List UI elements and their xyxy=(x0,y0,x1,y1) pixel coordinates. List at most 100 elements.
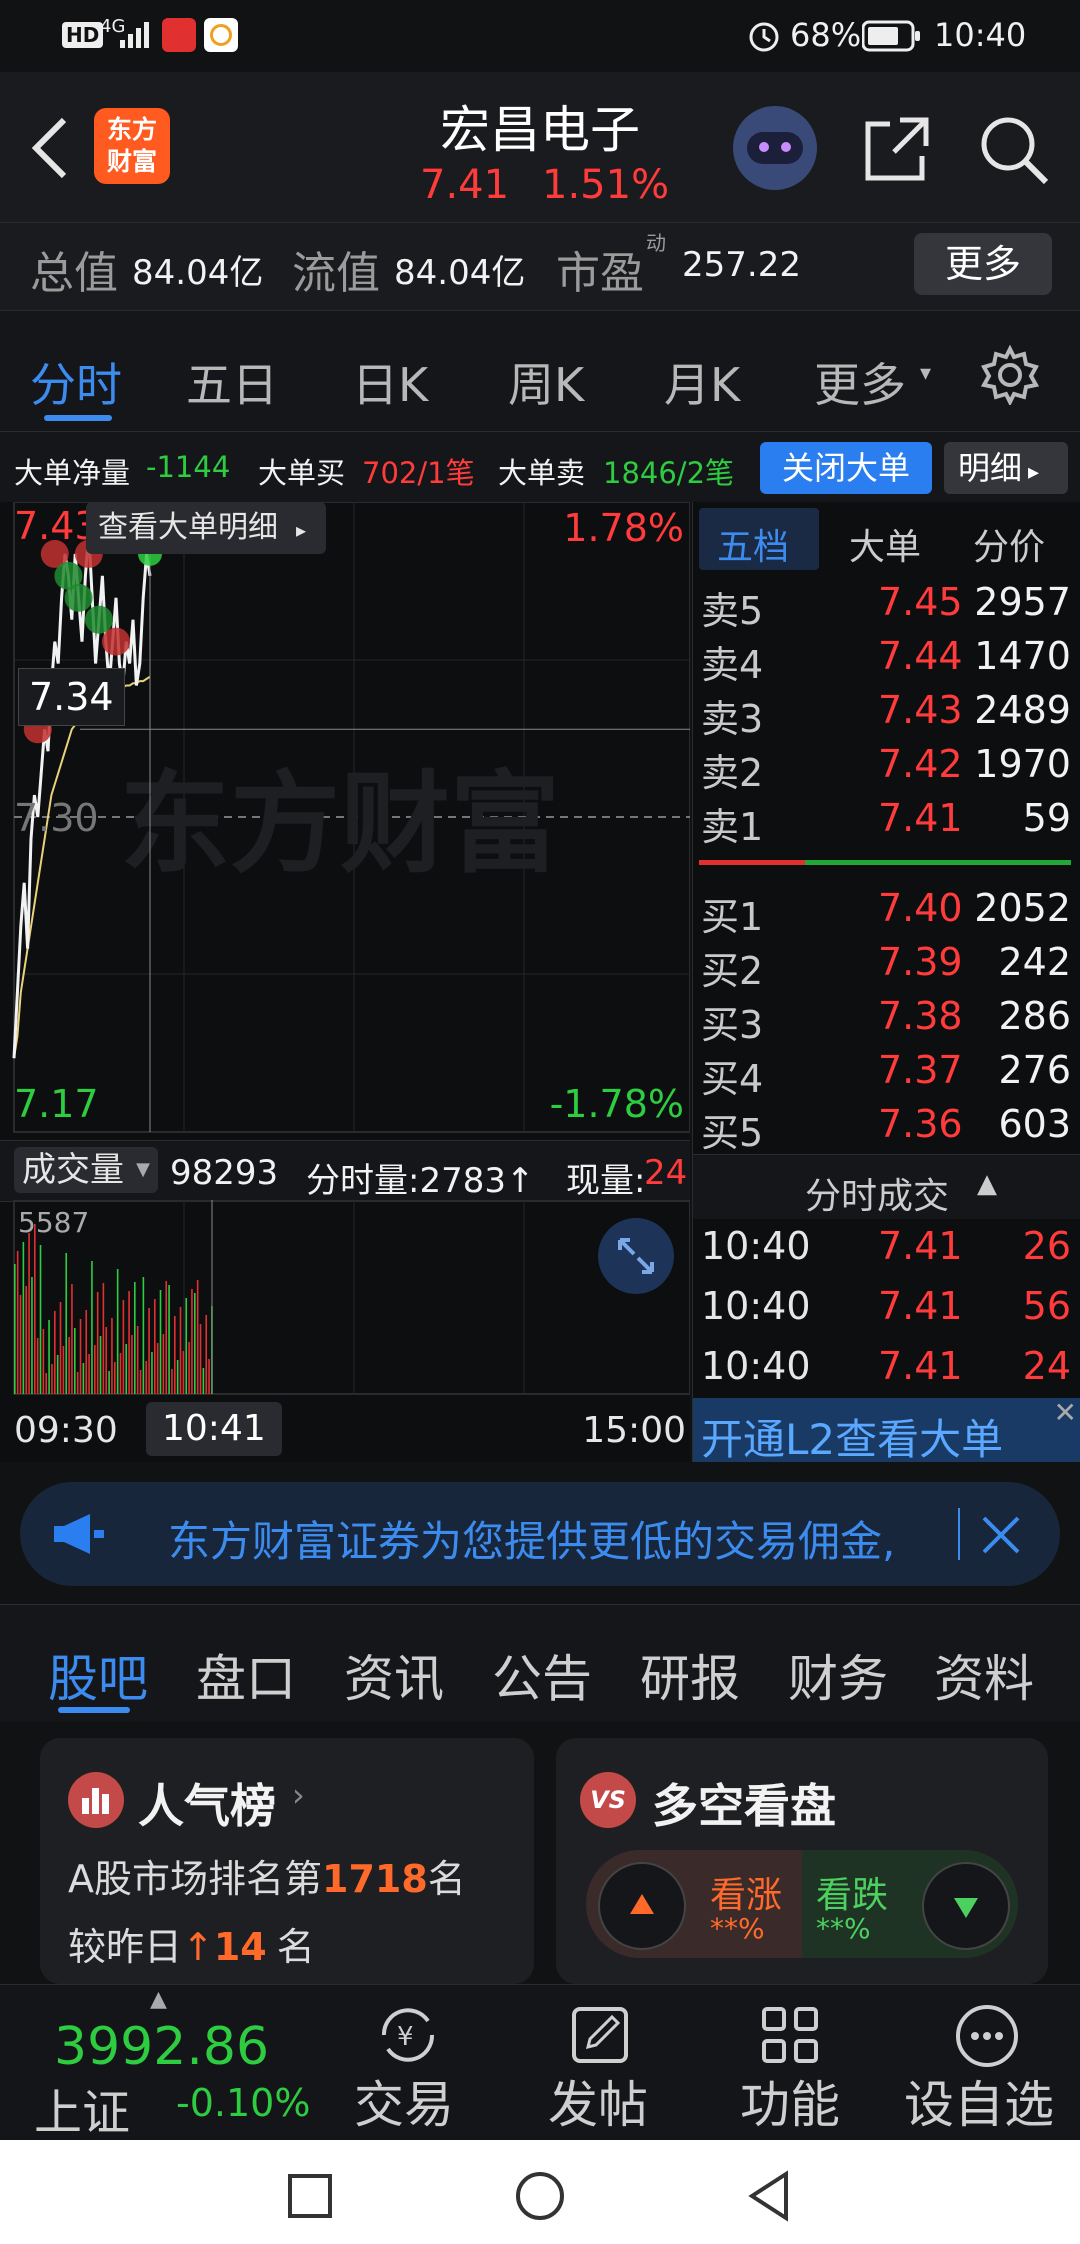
bearish-pct: **% xyxy=(816,1912,871,1945)
big-sell-label: 大单卖 xyxy=(498,456,586,490)
brand-logo[interactable]: 东方 财富 xyxy=(94,108,170,184)
tab-more[interactable]: 更多 xyxy=(814,349,906,415)
volume-bar xyxy=(199,1324,202,1394)
nav-watchlist-label: 设自选 xyxy=(904,2076,1054,2134)
volume-bar xyxy=(128,1291,130,1394)
volume-bar xyxy=(48,1320,50,1394)
big-order-detail-button[interactable]: 明细 ▸ xyxy=(944,442,1068,494)
volume-bar xyxy=(45,1373,48,1394)
ask-row: 卖3 7.43 2489 xyxy=(701,688,1071,741)
tab-pankou[interactable]: 盘口 xyxy=(196,1639,296,1711)
pe-superscript: 动 xyxy=(646,231,666,255)
volume-bar xyxy=(188,1342,190,1394)
tab-finance[interactable]: 财务 xyxy=(788,1639,888,1711)
ob-tab-big-orders[interactable]: 大单 xyxy=(849,518,921,570)
close-icon[interactable]: ✕ xyxy=(1054,1396,1077,1429)
tab-announcements[interactable]: 公告 xyxy=(492,1639,592,1711)
tooltip-text: 查看大单明细 xyxy=(98,510,278,545)
volume-bar xyxy=(25,1286,28,1394)
volume-bar xyxy=(205,1315,208,1394)
back-nav-icon[interactable] xyxy=(744,2170,794,2222)
ob-tab-five-levels[interactable]: 五档 xyxy=(717,518,789,570)
pe-label: 市盈 xyxy=(556,248,644,299)
volume-bar xyxy=(151,1352,153,1394)
volume-bar xyxy=(76,1372,79,1394)
tab-research[interactable]: 研报 xyxy=(640,1639,740,1711)
price-low-label: 7.17 xyxy=(14,1082,99,1126)
share-icon[interactable] xyxy=(860,114,932,186)
volume-bar xyxy=(39,1245,42,1394)
intraday-chart-area[interactable]: 东方财富 7.43 1.78% 查看大单明细 ▸ 7.34 7.30 7.17 -… xyxy=(0,502,690,1462)
nav-watchlist[interactable]: 设自选 xyxy=(904,1985,1074,2141)
l2-promo-text: 开通L2查看大单 xyxy=(701,1415,1004,1464)
volume-bar xyxy=(122,1300,125,1394)
more-info-button[interactable]: 更多 xyxy=(914,233,1052,295)
volume-indicator-select[interactable]: 成交量 ▼ xyxy=(14,1147,158,1193)
big-order-tooltip[interactable]: 查看大单明细 ▸ xyxy=(86,502,327,554)
search-icon[interactable] xyxy=(976,112,1052,188)
tab-news[interactable]: 资讯 xyxy=(344,1639,444,1711)
promo-banner[interactable]: 东方财富证券为您提供更低的交易佣金, xyxy=(20,1482,1060,1586)
tab-daily-k[interactable]: 日K xyxy=(352,349,428,415)
volume-bar xyxy=(88,1354,90,1394)
expand-chart-button[interactable] xyxy=(598,1218,674,1294)
time-cursor: 10:41 xyxy=(146,1402,282,1456)
nav-trade[interactable]: ¥ 交易 xyxy=(354,1985,490,2141)
recent-apps-icon[interactable] xyxy=(286,2172,334,2220)
watermark: 东方财富 xyxy=(120,760,560,888)
vote-down-button[interactable] xyxy=(922,1862,1010,1950)
volume-chart[interactable] xyxy=(0,1200,690,1400)
time-end: 15:00 xyxy=(582,1410,686,1451)
vote-up-button[interactable] xyxy=(598,1862,686,1950)
volume-bar xyxy=(116,1269,119,1394)
bid-row: 买4 7.37 276 xyxy=(701,1048,1071,1101)
close-big-order-button[interactable]: 关闭大单 xyxy=(760,442,932,494)
edit-post-icon xyxy=(572,2007,628,2063)
price-chart[interactable]: 东方财富 xyxy=(0,502,690,1140)
tab-intraday[interactable]: 分时 xyxy=(30,349,122,415)
popularity-card[interactable]: 人气榜 › A股市场排名第1718名 较昨日↑14 名 xyxy=(40,1738,534,1984)
tab-monthly-k[interactable]: 月K xyxy=(664,349,740,415)
volume-bar xyxy=(31,1277,33,1394)
home-icon[interactable] xyxy=(514,2170,566,2222)
volume-bar xyxy=(85,1310,88,1394)
volume-bar xyxy=(28,1233,30,1394)
back-icon[interactable] xyxy=(26,116,74,180)
expand-icon xyxy=(618,1238,654,1274)
sentiment-card[interactable]: VS 多空看盘 看涨 **% 看跌 **% xyxy=(556,1738,1048,1984)
volume-bar xyxy=(68,1337,70,1394)
nav-post[interactable]: 发帖 xyxy=(548,1985,678,2141)
rank-change-line: 较昨日↑14 名 xyxy=(68,1925,315,1969)
volume-bar xyxy=(91,1261,93,1394)
grid-apps-icon xyxy=(762,2007,818,2063)
order-book-panel: 五档 大单 分价 卖5 7.45 2957 卖4 7.44 1470 卖3 7.43 248… xyxy=(692,502,1080,1464)
volume-bar xyxy=(14,1264,16,1394)
volume-bar xyxy=(156,1343,159,1394)
volume-bar xyxy=(174,1316,176,1394)
nav-function[interactable]: 功能 xyxy=(740,1985,870,2141)
index-ticker[interactable]: 3992.86 上证 -0.10% xyxy=(0,1985,330,2141)
ob-tab-price-dist[interactable]: 分价 xyxy=(973,518,1045,570)
trades-title: 分时成交 xyxy=(805,1176,950,1217)
tab-profile[interactable]: 资料 xyxy=(934,1639,1034,1711)
volume-bar xyxy=(16,1251,19,1394)
nav-post-label: 发帖 xyxy=(548,2076,648,2134)
bullish-label: 看涨 xyxy=(710,1875,783,1916)
volume-bar xyxy=(51,1364,53,1394)
stock-name: 宏昌电子 xyxy=(440,101,640,159)
volume-bar xyxy=(94,1345,96,1394)
tab-weekly-k[interactable]: 周K xyxy=(508,349,584,415)
rank-line: A股市场排名第1718名 xyxy=(68,1857,466,1901)
caret-up-icon: ▲ xyxy=(977,1169,997,1199)
settings-gear-icon[interactable] xyxy=(980,345,1040,405)
volume-bar xyxy=(202,1368,205,1394)
status-bar: HD 4G 68% 10:40 xyxy=(0,0,1080,72)
l2-promo[interactable]: 开通L2查看大单 ✕ xyxy=(693,1396,1080,1464)
tab-five-day[interactable]: 五日 xyxy=(186,349,278,415)
tab-guba[interactable]: 股吧 xyxy=(48,1639,148,1711)
more-dropdown-icon[interactable]: ▾ xyxy=(920,361,931,386)
assistant-robot-icon[interactable] xyxy=(733,106,817,190)
close-icon[interactable] xyxy=(976,1510,1026,1560)
trades-header[interactable]: 分时成交 ▲ xyxy=(693,1154,1080,1219)
float-value-label: 流值 xyxy=(292,248,380,299)
